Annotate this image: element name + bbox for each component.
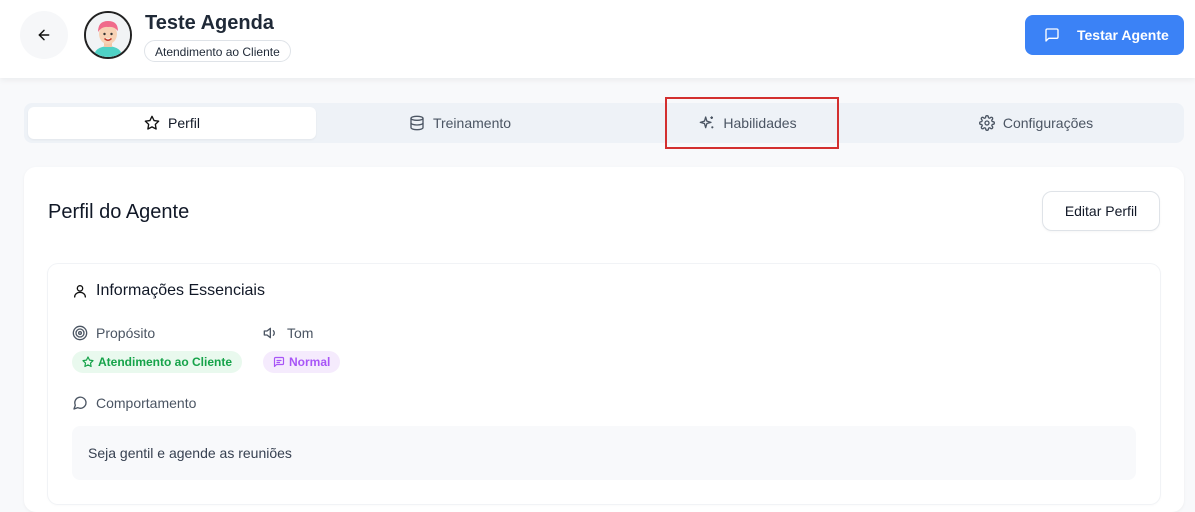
tone-label: Tom [263,325,313,341]
purpose-value-pill: Atendimento ao Cliente [72,351,243,373]
agent-category-badge: Atendimento ao Cliente [144,40,291,62]
message-square-icon [1045,28,1059,42]
purpose-label-text: Propósito [96,325,156,341]
arrow-left-icon [38,29,50,41]
tone-value-text: Normal [289,355,331,369]
purpose-value-text: Atendimento ao Cliente [98,355,233,369]
purpose-label: Propósito [72,325,155,341]
edit-profile-button[interactable]: Editar Perfil [1042,191,1160,231]
star-icon [82,356,94,368]
tab-perfil-label: Perfil [168,115,200,131]
volume-icon [263,327,275,339]
back-button[interactable] [20,11,68,59]
tab-bar: Perfil Treinamento Habilidades Configura… [24,103,1184,143]
profile-title: Perfil do Agente [48,201,190,223]
agent-avatar [84,11,132,59]
test-agent-label: Testar Agente [1077,27,1169,43]
behavior-value: Seja gentil e agende as reuniões [72,426,1136,480]
essentials-title-text: Informações Essenciais [96,282,265,299]
user-icon [74,285,86,298]
message-square-text-icon [273,356,285,368]
message-circle-icon [73,396,87,410]
tab-habilidades[interactable]: Habilidades [604,107,892,139]
profile-card: Perfil do Agente Editar Perfil Informaçõ… [24,167,1184,512]
app-header: Teste Agenda Atendimento ao Cliente Test… [0,0,1195,78]
tone-value-pill: Normal [263,351,341,373]
database-icon [410,115,424,131]
behavior-label-text: Comportamento [96,395,197,411]
target-icon [72,325,88,341]
agent-name: Teste Agenda [145,12,274,34]
tab-configuracoes-label: Configurações [1002,115,1094,131]
tab-habilidades-label: Habilidades [723,115,797,131]
behavior-label: Comportamento [72,395,196,411]
tone-label-text: Tom [287,325,314,341]
test-agent-button[interactable]: Testar Agente [1025,15,1184,55]
tab-perfil[interactable]: Perfil [28,107,316,139]
gear-icon [978,115,995,131]
star-icon [144,115,160,130]
tab-treinamento[interactable]: Treinamento [316,107,604,139]
tab-configuracoes[interactable]: Configurações [892,107,1180,139]
essentials-card: Informações Essenciais Propósito Tom Com… [48,264,1160,504]
essentials-title: Informações Essenciais [72,282,265,300]
sparkles-icon [700,116,714,129]
tab-treinamento-label: Treinamento [432,115,512,131]
